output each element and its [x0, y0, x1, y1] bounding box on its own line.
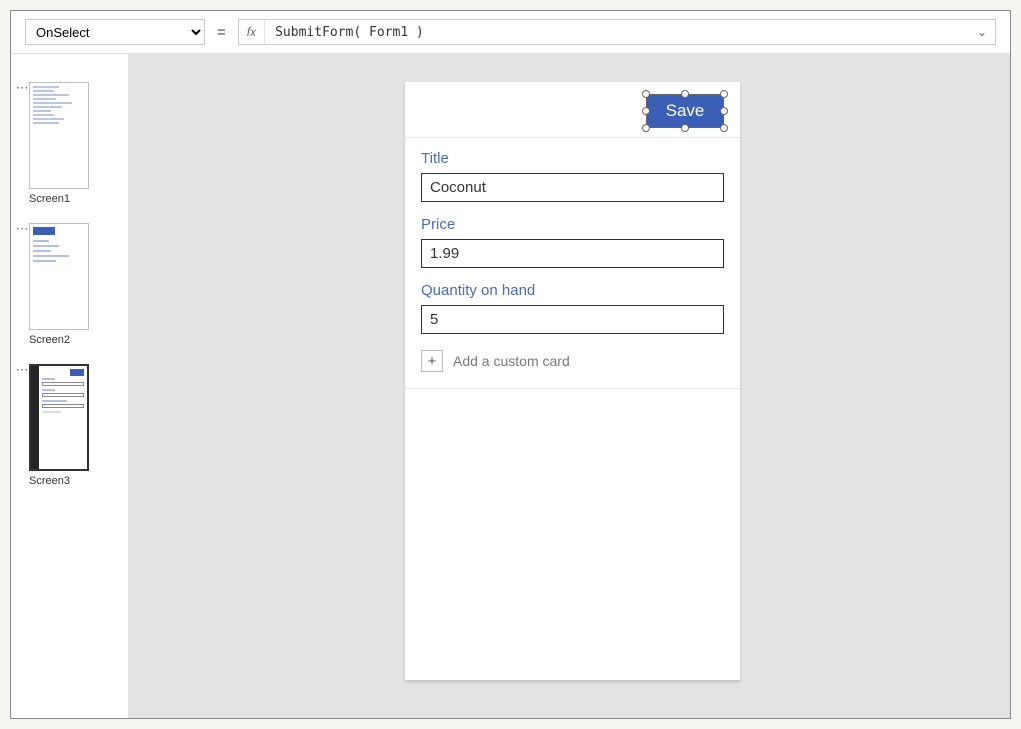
thumbnail-caption: Screen3 — [29, 475, 89, 487]
canvas-area[interactable]: Save Title — [129, 54, 1010, 718]
resize-handle[interactable] — [642, 124, 650, 132]
resize-handle[interactable] — [720, 124, 728, 132]
quantity-input[interactable] — [421, 305, 724, 334]
field-quantity: Quantity on hand — [421, 282, 724, 334]
thumbnail-caption: Screen2 — [29, 334, 89, 346]
selection-outline — [646, 94, 724, 128]
field-price: Price — [421, 216, 724, 268]
thumbnail-screen2[interactable] — [29, 223, 89, 330]
ellipsis-icon[interactable]: ⋯ — [15, 364, 29, 374]
save-button-selection[interactable]: Save — [646, 94, 724, 128]
form-header: Save — [405, 82, 740, 138]
resize-handle[interactable] — [642, 107, 650, 115]
price-input[interactable] — [421, 239, 724, 268]
form-body: Title Price Quantity on hand + Add a cus… — [405, 138, 740, 389]
resize-handle[interactable] — [720, 107, 728, 115]
phone-preview: Save Title — [405, 82, 740, 680]
title-input[interactable] — [421, 173, 724, 202]
formula-expand-icon[interactable]: ⌄ — [969, 25, 995, 39]
thumbnail-slot: ⋯ Scree — [15, 364, 120, 487]
thumbnail-slot: ⋯ Screen2 — [15, 223, 120, 346]
ellipsis-icon[interactable]: ⋯ — [15, 223, 29, 233]
fx-icon: fx — [239, 20, 265, 44]
resize-handle[interactable] — [720, 90, 728, 98]
resize-handle[interactable] — [642, 90, 650, 98]
ellipsis-icon[interactable]: ⋯ — [15, 82, 29, 92]
formula-bar: OnSelect = fx SubmitForm( Form1 ) ⌄ — [11, 11, 1010, 54]
formula-input[interactable]: SubmitForm( Form1 ) — [265, 25, 969, 40]
field-label: Price — [421, 216, 724, 233]
field-label: Quantity on hand — [421, 282, 724, 299]
app-frame: OnSelect = fx SubmitForm( Form1 ) ⌄ ⋯ — [10, 10, 1011, 719]
property-select[interactable]: OnSelect — [25, 19, 205, 45]
plus-icon: + — [421, 350, 443, 372]
resize-handle[interactable] — [681, 90, 689, 98]
add-card-label: Add a custom card — [453, 353, 570, 369]
resize-handle[interactable] — [681, 124, 689, 132]
thumbnail-slot: ⋯ Screen1 — [15, 82, 120, 205]
screen-thumbnail-rail: ⋯ Screen1 ⋯ — [11, 54, 129, 718]
field-label: Title — [421, 150, 724, 167]
equals-sign: = — [215, 24, 228, 41]
thumbnail-caption: Screen1 — [29, 193, 89, 205]
formula-input-container: fx SubmitForm( Form1 ) ⌄ — [238, 19, 996, 45]
field-title: Title — [421, 150, 724, 202]
workspace: ⋯ Screen1 ⋯ — [11, 54, 1010, 718]
thumbnail-screen1[interactable] — [29, 82, 89, 189]
thumbnail-screen3[interactable] — [29, 364, 89, 471]
add-custom-card[interactable]: + Add a custom card — [421, 350, 724, 372]
